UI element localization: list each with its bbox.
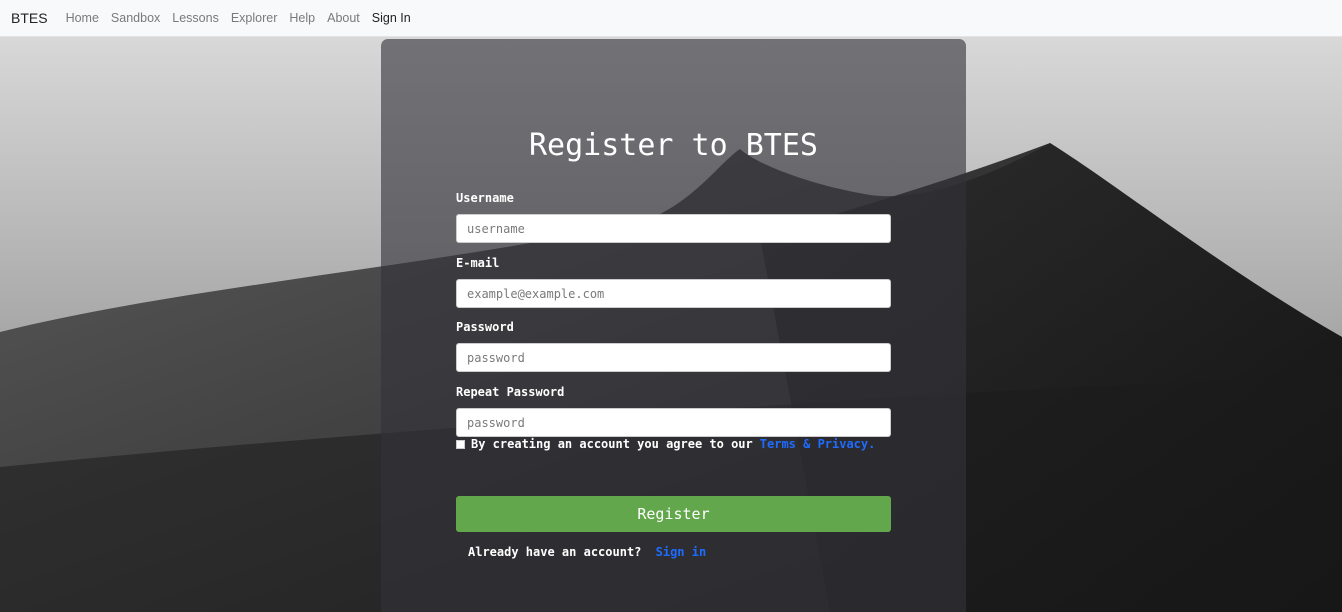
signin-prompt: Already have an account? Sign in <box>468 545 706 559</box>
username-label: Username <box>456 191 514 205</box>
repeat-password-label: Repeat Password <box>456 385 565 399</box>
repeat-password-input[interactable] <box>456 408 891 437</box>
page-title: Register to BTES <box>529 128 818 163</box>
top-navbar: BTES Home Sandbox Lessons Explorer Help … <box>0 0 1342 37</box>
email-input[interactable] <box>456 279 891 308</box>
signin-link[interactable]: Sign in <box>656 545 707 559</box>
nav-help[interactable]: Help <box>289 11 315 25</box>
register-button[interactable]: Register <box>456 496 891 532</box>
nav-about[interactable]: About <box>327 11 360 25</box>
nav-sandbox[interactable]: Sandbox <box>111 11 160 25</box>
terms-link[interactable]: Terms & Privacy. <box>760 437 876 451</box>
email-label: E-mail <box>456 256 500 270</box>
terms-text: By creating an account you agree to our <box>471 437 753 451</box>
terms-checkbox[interactable] <box>456 439 465 449</box>
username-input[interactable] <box>456 214 891 243</box>
nav-home[interactable]: Home <box>66 11 99 25</box>
brand-logo[interactable]: BTES <box>11 10 48 26</box>
terms-agreement: By creating an account you agree to our … <box>456 437 875 451</box>
password-input[interactable] <box>456 343 891 372</box>
already-account-text: Already have an account? <box>468 545 642 559</box>
nav-explorer[interactable]: Explorer <box>231 11 278 25</box>
nav-sign-in[interactable]: Sign In <box>372 11 411 25</box>
nav-lessons[interactable]: Lessons <box>172 11 219 25</box>
password-label: Password <box>456 320 514 334</box>
